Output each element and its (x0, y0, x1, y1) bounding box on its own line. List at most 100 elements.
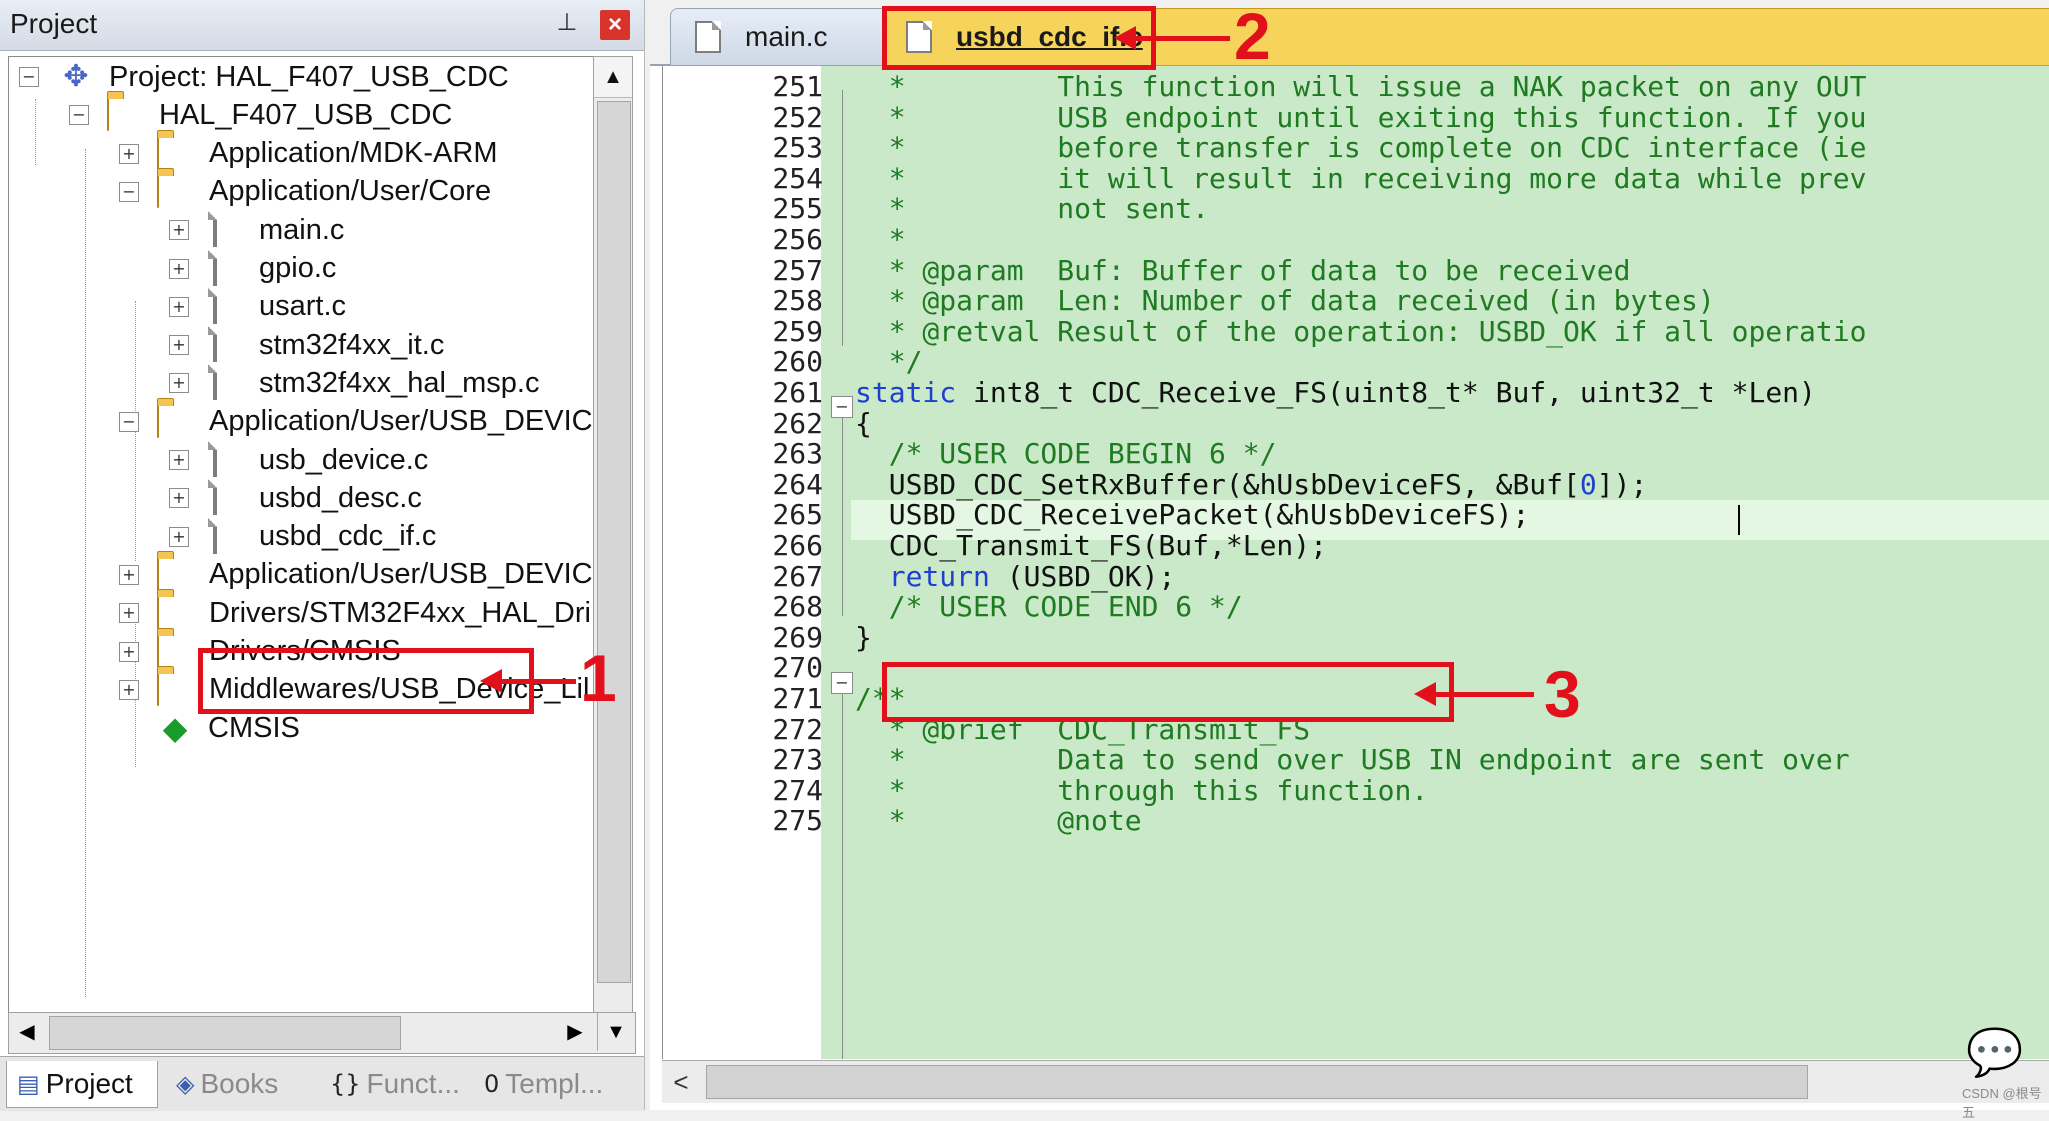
scroll-down-arrow-icon[interactable]: ▼ (597, 1013, 634, 1051)
file-shape (213, 287, 217, 324)
expand-icon[interactable]: + (169, 220, 189, 241)
expand-icon[interactable]: + (169, 488, 189, 509)
scroll-left-arrow-icon[interactable]: < (662, 1061, 700, 1103)
close-icon[interactable]: × (600, 10, 630, 40)
code-comment: * @note (855, 804, 1142, 838)
tab-main-c[interactable]: main.c (670, 8, 914, 65)
code-comment: * (855, 223, 906, 256)
expand-icon[interactable]: + (169, 526, 189, 547)
tab-templates[interactable]: 0 Templ... (474, 1061, 640, 1107)
line-number: 256 (772, 223, 823, 256)
code-area[interactable]: 251 252 253 254 255 256 257 258 259 260 261 262 263 2… (662, 66, 2049, 1059)
code-text: CDC_Transmit_FS(Buf,*Len); (855, 529, 1328, 562)
tab-functions[interactable]: {} Funct... (320, 1061, 470, 1107)
fold-toggle-icon[interactable]: − (831, 672, 853, 694)
tree-vertical-scrollbar[interactable]: ▲ (593, 56, 633, 1014)
file-shape (213, 326, 217, 363)
code-line[interactable]: static int8_t CDC_Receive_FS(uint8_t* Bu… (855, 376, 1816, 416)
tree-item-label: Application/User/Core (209, 175, 492, 208)
tree-item-label: usbd_cdc_if.c (259, 520, 437, 553)
pin-icon[interactable]: ⊥ (555, 8, 579, 38)
file-icon (207, 364, 245, 401)
scroll-left-arrow-icon[interactable]: ◀ (9, 1013, 45, 1051)
code-comment: * through this function. (855, 773, 1429, 807)
tree-item-label: HAL_F407_USB_CDC (159, 98, 453, 131)
file-icon (207, 287, 245, 324)
code-comment: * Data to send over USB IN endpoint are … (855, 743, 1850, 777)
line-number: 268 (772, 590, 823, 624)
collapse-icon[interactable]: − (69, 105, 89, 126)
expand-icon[interactable]: + (119, 679, 139, 700)
folder-shape (107, 97, 109, 132)
project-titlebar: Project ⊥ × (0, 0, 644, 51)
expand-icon[interactable]: + (169, 258, 189, 279)
fold-guide (842, 694, 843, 1059)
expand-icon[interactable]: + (169, 335, 189, 356)
expand-icon[interactable]: + (169, 296, 189, 317)
tree-item-label: Application/User/USB_DEVIC (209, 405, 593, 438)
annotation-label-2: 2 (1234, 0, 1271, 73)
scroll-up-arrow-icon[interactable]: ▲ (594, 57, 632, 98)
line-number: 252 (772, 100, 823, 134)
code-comment: * @param Buf: Buffer of data to be recei… (855, 253, 1631, 287)
chat-bubble-icon: 💬 (1966, 1025, 2024, 1079)
tree-item-label: usbd_desc.c (259, 481, 422, 514)
code-text: } (855, 620, 872, 654)
scroll-right-arrow-icon[interactable]: ▶ (557, 1013, 593, 1051)
scroll-thumb[interactable] (706, 1065, 1808, 1099)
expand-icon[interactable]: + (169, 373, 189, 394)
file-icon (207, 249, 245, 286)
folder-open-icon (157, 403, 195, 439)
code-text: USBD_CDC_SetRxBuffer(&hUsbDeviceFS, &Buf… (855, 467, 1580, 501)
expand-icon[interactable]: + (119, 603, 139, 624)
panel-bottom-tabs: ▤ Project ◈ Books {} Funct... 0 Templ... (0, 1056, 644, 1111)
file-shape (213, 364, 217, 401)
tree-item-label: Application/User/USB_DEVIC (209, 558, 593, 591)
templates-icon: 0 (484, 1070, 500, 1098)
tree-item-label: stm32f4xx_hal_msp.c (259, 366, 540, 399)
tree-item-label: stm32f4xx_it.c (259, 328, 445, 361)
tab-books[interactable]: ◈ Books (166, 1061, 306, 1107)
tab-label: Funct... (366, 1068, 460, 1099)
expand-icon[interactable]: + (119, 143, 139, 164)
tree-horizontal-scrollbar[interactable]: ◀ ▶ ▼ (8, 1012, 636, 1054)
folder-shape (157, 403, 159, 438)
code-line[interactable]: * not sent. (855, 192, 1209, 232)
code-comment: * @retval Result of the operation: USBD_… (855, 314, 1867, 348)
file-icon (695, 21, 721, 53)
line-number: 257 (772, 253, 823, 287)
file-icon (207, 517, 245, 554)
line-number: 264 (772, 467, 823, 501)
tree-item-label: Application/MDK-ARM (209, 137, 498, 170)
code-line[interactable]: /* USER CODE END 6 */ (855, 590, 1243, 630)
collapse-icon[interactable]: − (119, 181, 139, 202)
fold-toggle-icon[interactable]: − (831, 396, 853, 418)
code-text: ]); (1596, 467, 1648, 501)
expand-icon[interactable]: + (119, 641, 139, 662)
collapse-icon[interactable]: − (19, 67, 39, 87)
scroll-thumb[interactable] (597, 101, 631, 983)
line-number: 258 (772, 284, 823, 318)
tree-item-label: usb_device.c (259, 443, 429, 476)
folder-shape (157, 556, 159, 591)
code-line[interactable]: } (855, 621, 872, 661)
target-folder-icon (107, 97, 145, 132)
books-icon: ◈ (176, 1070, 195, 1098)
project-tree: − ✥ Project: HAL_F407_USB_CDC − HAL_F407_USB… (8, 56, 595, 1018)
collapse-icon[interactable]: − (119, 411, 139, 432)
expand-icon[interactable]: + (169, 450, 189, 470)
code-line[interactable]: * @retval Result of the operation: USBD_… (855, 314, 1867, 355)
watermark: CSDN @根号五 (1962, 1086, 2042, 1120)
folder-shape (157, 671, 159, 706)
code-line[interactable]: * @note (855, 804, 1142, 844)
line-number: 273 (772, 743, 823, 777)
line-number: 272 (772, 712, 823, 746)
tab-project[interactable]: ▤ Project (6, 1061, 158, 1108)
folder-icon (157, 595, 195, 630)
expand-icon[interactable]: + (119, 564, 139, 585)
line-number: 262 (772, 406, 823, 440)
line-number: 260 (772, 345, 823, 379)
code-keyword: return (888, 559, 990, 593)
scroll-thumb[interactable] (49, 1016, 401, 1050)
editor-horizontal-scrollbar[interactable]: < (662, 1060, 2049, 1103)
